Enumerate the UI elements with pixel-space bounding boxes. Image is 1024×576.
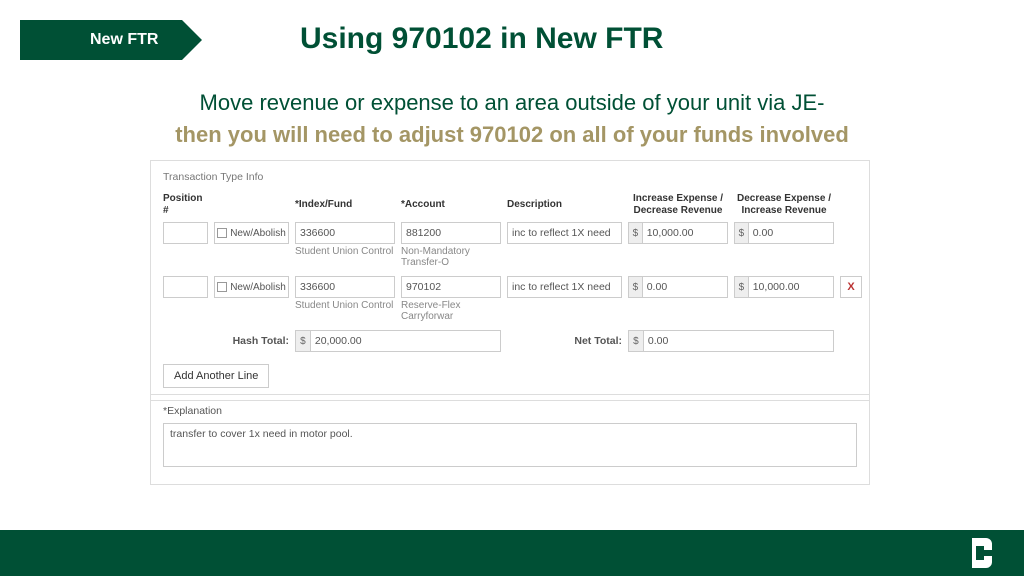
logo-icon bbox=[966, 536, 994, 570]
hash-total-input[interactable] bbox=[310, 330, 501, 352]
col-increase: Increase Expense / Decrease Revenue bbox=[628, 193, 728, 216]
transaction-panel-title: Transaction Type Info bbox=[163, 171, 857, 183]
account-sublabel: Reserve-Flex Carryforwar bbox=[401, 300, 501, 322]
new-abolish-button[interactable]: New/Abolish bbox=[214, 276, 289, 298]
decrease-input[interactable] bbox=[748, 222, 834, 244]
intro-line-2: then you will need to adjust 970102 on a… bbox=[0, 122, 1024, 148]
col-decrease: Decrease Expense / Increase Revenue bbox=[734, 193, 834, 216]
transaction-row: New/Abolish $ $ X bbox=[163, 276, 857, 298]
index-fund-input[interactable] bbox=[295, 276, 395, 298]
index-fund-sublabel: Student Union Control bbox=[295, 246, 395, 268]
currency-symbol: $ bbox=[295, 330, 310, 352]
net-total-label: Net Total: bbox=[507, 335, 622, 347]
totals-row: Hash Total: $ Net Total: $ bbox=[163, 330, 857, 352]
hash-total-field: $ bbox=[295, 330, 501, 352]
intro-line-1: Move revenue or expense to an area outsi… bbox=[0, 90, 1024, 116]
col-index: *Index/Fund bbox=[295, 199, 395, 211]
checkbox-icon bbox=[217, 228, 227, 238]
account-input[interactable] bbox=[401, 222, 501, 244]
delete-row-button[interactable]: X bbox=[840, 276, 862, 298]
footer-bar bbox=[0, 530, 1024, 576]
position-input[interactable] bbox=[163, 276, 208, 298]
checkbox-icon bbox=[217, 282, 227, 292]
currency-symbol: $ bbox=[628, 330, 643, 352]
transaction-panel: Transaction Type Info Position # *Index/… bbox=[150, 160, 870, 401]
col-description: Description bbox=[507, 199, 622, 211]
col-account: *Account bbox=[401, 199, 501, 211]
column-headers: Position # *Index/Fund *Account Descript… bbox=[163, 193, 857, 216]
currency-symbol: $ bbox=[628, 276, 642, 298]
index-fund-input[interactable] bbox=[295, 222, 395, 244]
decrease-input[interactable] bbox=[748, 276, 834, 298]
description-input[interactable] bbox=[507, 276, 622, 298]
explanation-label: *Explanation bbox=[163, 405, 857, 417]
explanation-textarea[interactable]: transfer to cover 1x need in motor pool. bbox=[163, 423, 857, 467]
net-total-field: $ bbox=[628, 330, 834, 352]
page-title: Using 970102 in New FTR bbox=[300, 22, 663, 56]
col-position: Position # bbox=[163, 193, 208, 216]
account-input[interactable] bbox=[401, 276, 501, 298]
header-tag-label: New FTR bbox=[90, 31, 158, 49]
currency-symbol: $ bbox=[628, 222, 642, 244]
net-total-input[interactable] bbox=[643, 330, 834, 352]
increase-input[interactable] bbox=[642, 276, 728, 298]
explanation-panel: *Explanation transfer to cover 1x need i… bbox=[150, 394, 870, 485]
description-input[interactable] bbox=[507, 222, 622, 244]
hash-total-label: Hash Total: bbox=[214, 335, 289, 347]
add-another-line-button[interactable]: Add Another Line bbox=[163, 364, 269, 388]
transaction-row-sublabels: Student Union Control Non-Mandatory Tran… bbox=[163, 246, 857, 268]
transaction-row-sublabels: Student Union Control Reserve-Flex Carry… bbox=[163, 300, 857, 322]
header-tag: New FTR bbox=[20, 20, 182, 60]
currency-symbol: $ bbox=[734, 276, 748, 298]
new-abolish-button[interactable]: New/Abolish bbox=[214, 222, 289, 244]
currency-symbol: $ bbox=[734, 222, 748, 244]
index-fund-sublabel: Student Union Control bbox=[295, 300, 395, 322]
transaction-row: New/Abolish $ $ bbox=[163, 222, 857, 244]
increase-input[interactable] bbox=[642, 222, 728, 244]
account-sublabel: Non-Mandatory Transfer-O bbox=[401, 246, 501, 268]
position-input[interactable] bbox=[163, 222, 208, 244]
